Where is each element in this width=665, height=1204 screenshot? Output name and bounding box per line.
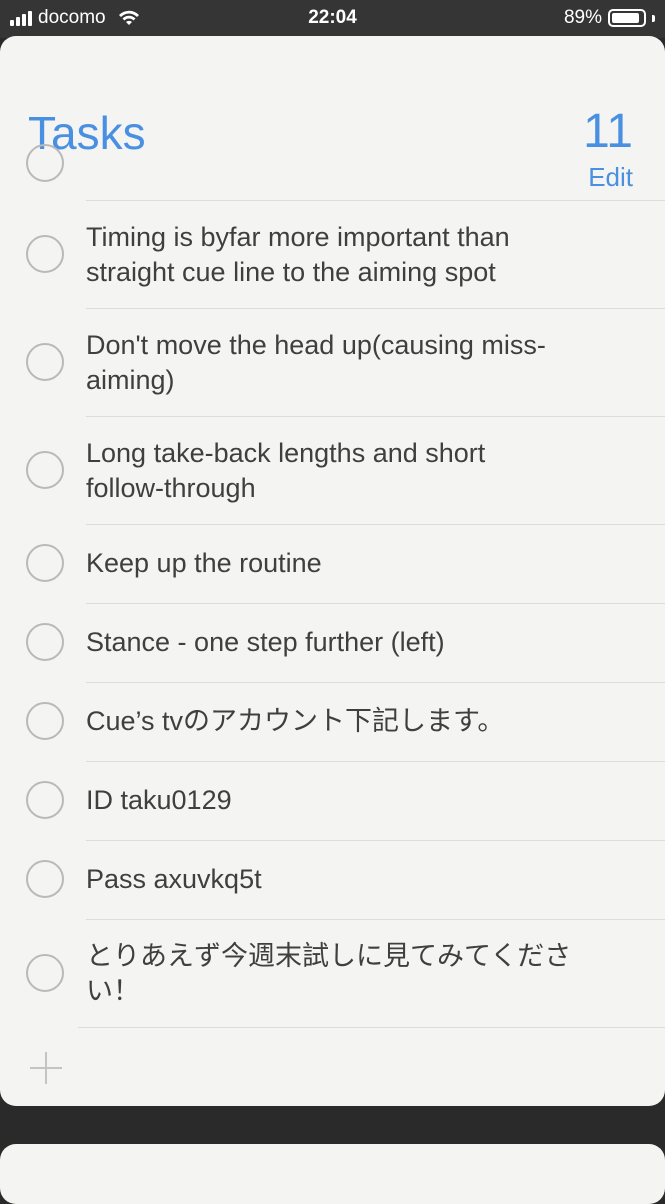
status-right: 89% <box>564 7 655 29</box>
battery-fill <box>612 13 639 23</box>
task-checkbox[interactable] <box>26 781 64 819</box>
task-text: Long take-back lengths and short follow-… <box>86 436 626 506</box>
task-row-8[interactable]: Pass axuvkq5t <box>0 840 665 919</box>
status-bar: docomo 22:04 89% <box>0 0 665 38</box>
task-line: straight cue line to the aiming spot <box>86 257 496 287</box>
plus-icon[interactable] <box>28 1050 64 1086</box>
divider <box>78 1027 665 1028</box>
task-row-4[interactable]: Keep up the routine <box>0 524 665 603</box>
reminders-card: Tasks 11 Edit Timing is byfar more impor… <box>0 36 665 1106</box>
task-row-2[interactable]: Don't move the head up(causing miss- aim… <box>0 308 665 416</box>
task-text: Don't move the head up(causing miss- aim… <box>86 328 626 398</box>
task-checkbox[interactable] <box>26 544 64 582</box>
task-row-6[interactable]: Cue’s tvのアカウント下記します。 <box>0 682 665 761</box>
task-line: とりあえず今週末試しに見てみてくださ <box>86 941 572 971</box>
task-text: Stance - one step further (left) <box>86 627 445 657</box>
task-text: Keep up the routine <box>86 548 322 578</box>
task-row-1[interactable]: Timing is byfar more important than stra… <box>0 200 665 308</box>
task-text: Pass axuvkq5t <box>86 864 262 894</box>
task-line: い！ <box>86 976 140 1006</box>
task-checkbox[interactable] <box>26 144 64 182</box>
task-line: Timing is byfar more important than <box>86 222 510 252</box>
task-text: Cue’s tvのアカウント下記します。 <box>86 706 505 736</box>
battery-cap <box>652 14 655 22</box>
task-line: Long take-back lengths and short <box>86 438 486 468</box>
task-line: follow-through <box>86 473 256 503</box>
task-checkbox[interactable] <box>26 860 64 898</box>
task-text: Timing is byfar more important than stra… <box>86 220 626 290</box>
task-checkbox[interactable] <box>26 343 64 381</box>
task-line: aiming) <box>86 365 175 395</box>
task-checkbox[interactable] <box>26 954 64 992</box>
next-list-card[interactable] <box>0 1144 665 1204</box>
battery-icon <box>608 9 646 27</box>
task-row-9[interactable]: とりあえず今週末試しに見てみてくださ い！ <box>0 919 665 1027</box>
task-line: Don't move the head up(causing miss- <box>86 330 546 360</box>
task-checkbox[interactable] <box>26 451 64 489</box>
task-count: 11 <box>583 105 633 158</box>
task-text: ID taku0129 <box>86 785 232 815</box>
task-row-partial[interactable] <box>0 144 665 200</box>
task-checkbox[interactable] <box>26 623 64 661</box>
task-checkbox[interactable] <box>26 702 64 740</box>
task-row-3[interactable]: Long take-back lengths and short follow-… <box>0 416 665 524</box>
task-text: とりあえず今週末試しに見てみてくださ い！ <box>86 939 626 1009</box>
battery-percent: 89% <box>563 7 602 28</box>
task-row-5[interactable]: Stance - one step further (left) <box>0 603 665 682</box>
task-row-7[interactable]: ID taku0129 <box>0 761 665 840</box>
task-checkbox[interactable] <box>26 235 64 273</box>
